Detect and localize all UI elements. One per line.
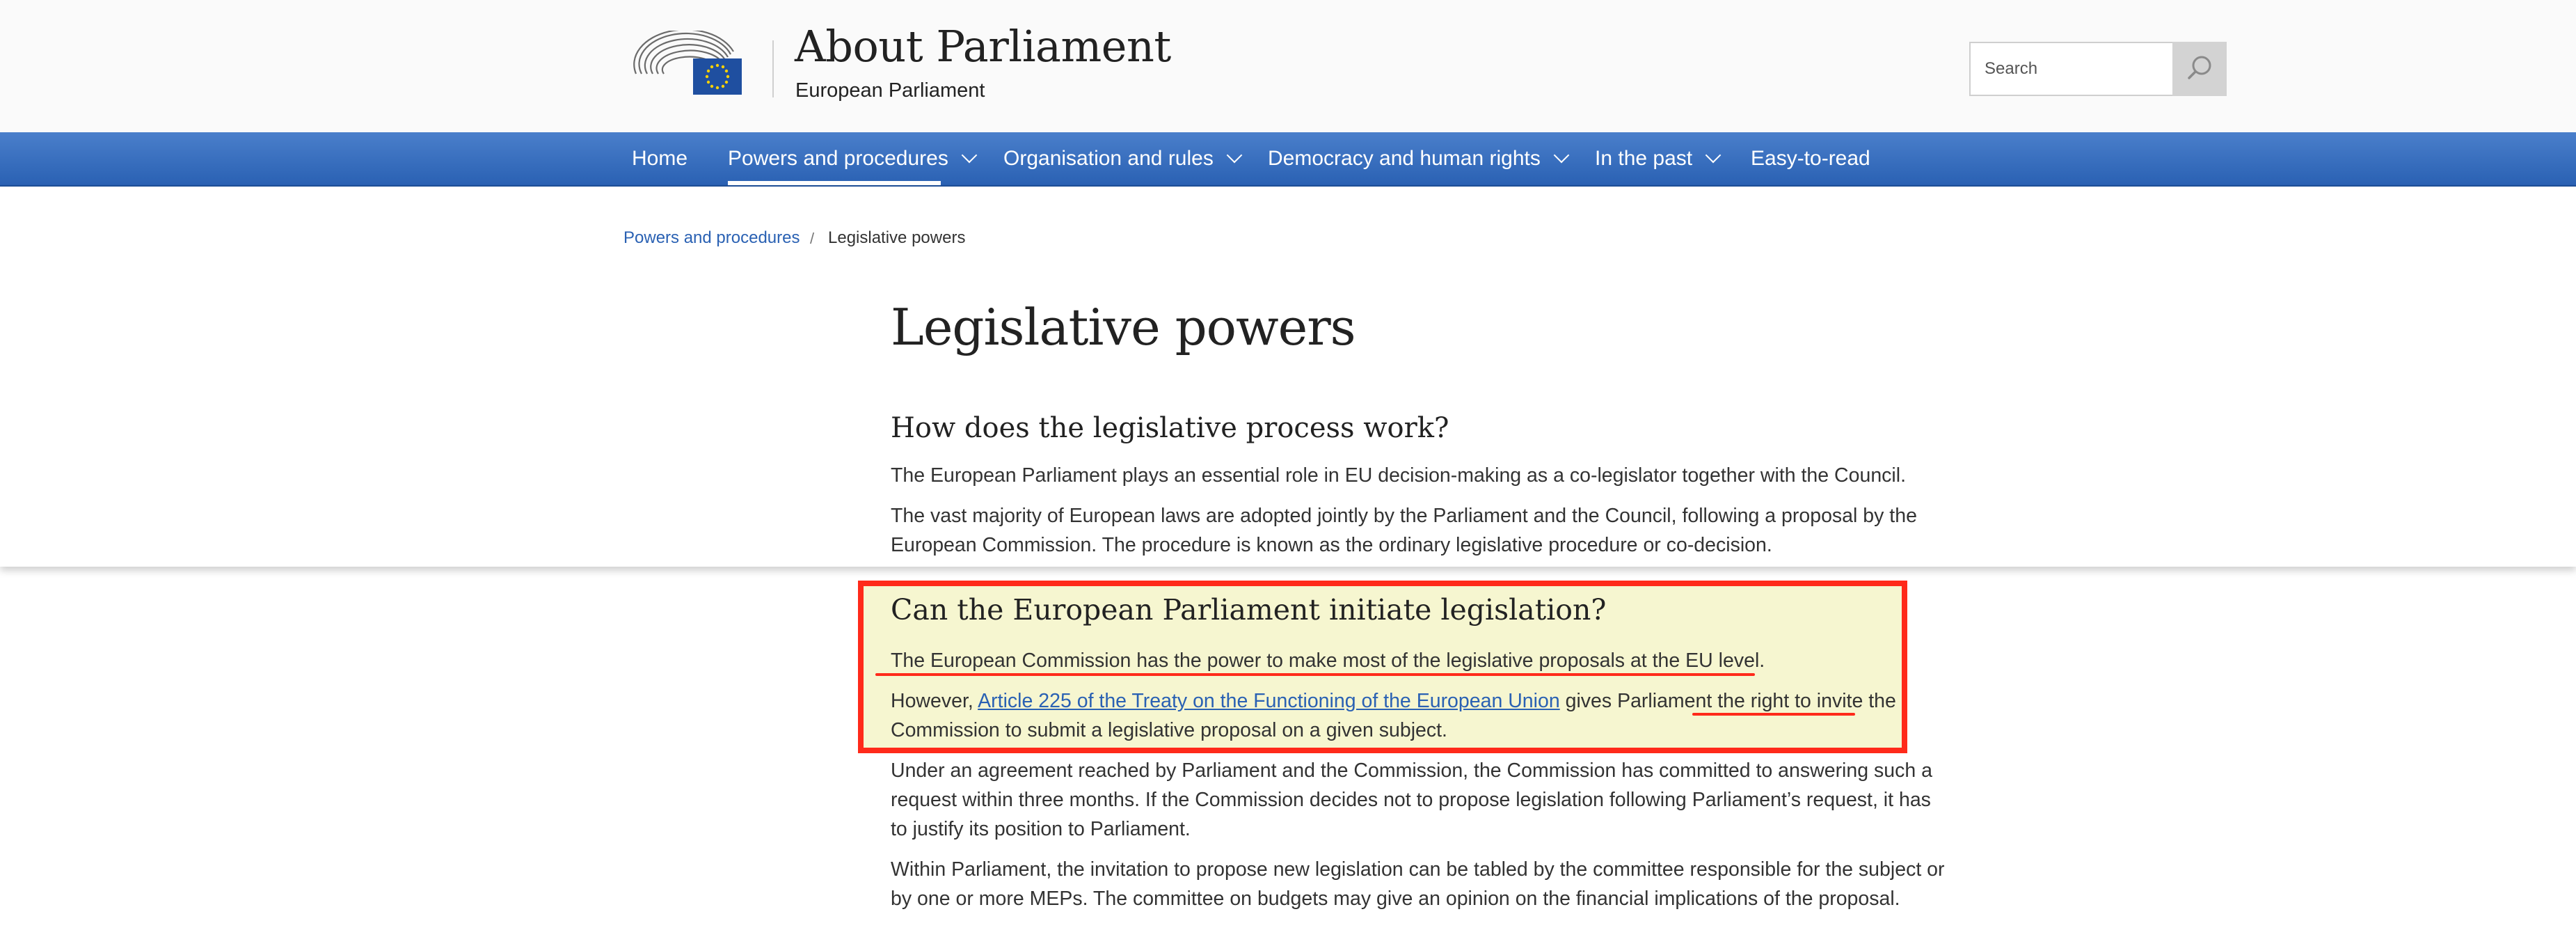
nav-item-in-the-past[interactable]: In the past: [1595, 132, 1722, 185]
site-subtitle: European Parliament: [795, 79, 985, 102]
nav-item-label: Democracy and human rights: [1268, 147, 1541, 170]
breadcrumb-separator: /: [810, 230, 815, 247]
search-button[interactable]: [2172, 42, 2227, 96]
page-title: Legislative powers: [891, 298, 1356, 356]
nav-item-powers-and-procedures[interactable]: Powers and procedures: [728, 132, 978, 185]
red-underline-annotation: [875, 673, 1755, 676]
breadcrumb-current: Legislative powers: [828, 228, 966, 247]
paragraph: The vast majority of European laws are a…: [891, 505, 1917, 556]
chevron-down-icon: [1226, 147, 1243, 164]
search-input[interactable]: [1969, 42, 2172, 96]
red-underline-annotation: [1692, 713, 1855, 716]
site-title[interactable]: About Parliament: [795, 25, 1171, 68]
paragraph: However, Article 225 of the Treaty on th…: [891, 686, 1907, 745]
paragraph: Under an agreement reached by Parliament…: [891, 759, 1932, 840]
chevron-down-icon: [961, 147, 978, 164]
section-heading-legislative-process: How does the legislative process work?: [891, 412, 1449, 444]
nav-item-label: Easy-to-read: [1751, 147, 1870, 170]
paragraph: Within Parliament, the invitation to pro…: [891, 858, 1945, 910]
paragraph: The European Commission has the power to…: [891, 649, 1765, 672]
content-card: Powers and procedures / Legislative powe…: [0, 187, 2576, 567]
logo-divider: [772, 40, 774, 97]
section-heading-initiate-legislation: Can the European Parliament initiate leg…: [891, 593, 1607, 627]
nav-item-label: Powers and procedures: [728, 147, 948, 170]
site-header: About Parliament European Parliament: [0, 0, 2576, 132]
nav-item-organisation-and-rules[interactable]: Organisation and rules: [1003, 132, 1243, 185]
breadcrumb-link-powers-and-procedures[interactable]: Powers and procedures: [623, 228, 800, 248]
nav-item-label: In the past: [1595, 147, 1693, 170]
chevron-down-icon: [1553, 147, 1570, 164]
chevron-down-icon: [1705, 147, 1722, 164]
nav-item-label: Organisation and rules: [1003, 147, 1214, 170]
treaty-article-225-link[interactable]: Article 225 of the Treaty on the Functio…: [978, 690, 1560, 712]
european-parliament-logo[interactable]: [629, 31, 745, 97]
main-navigation: Home Powers and procedures Organisation …: [0, 132, 2576, 187]
nav-item-democracy-and-human-rights[interactable]: Democracy and human rights: [1268, 132, 1570, 185]
paragraph: The European Parliament plays an essenti…: [891, 464, 1907, 487]
nav-item-home[interactable]: Home: [632, 132, 687, 185]
paragraph-text: However,: [891, 690, 978, 712]
nav-item-easy-to-read[interactable]: Easy-to-read: [1751, 132, 1870, 185]
nav-active-indicator: [728, 181, 941, 185]
search-icon: [2188, 56, 2211, 79]
nav-item-label: Home: [632, 147, 688, 170]
